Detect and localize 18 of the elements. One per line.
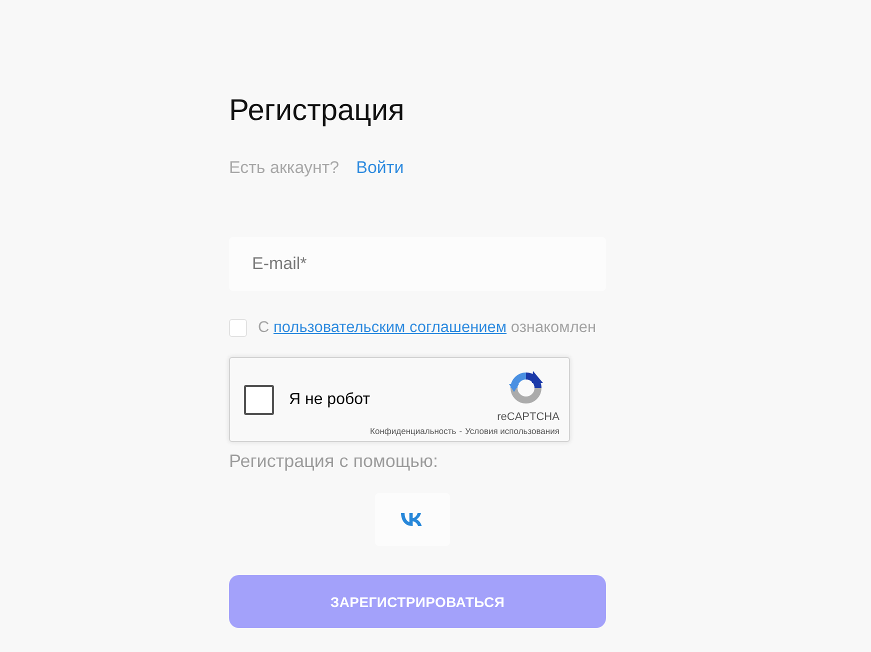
captcha-label: Я не робот <box>289 390 370 408</box>
register-button[interactable]: ЗАРЕГИСТРИРОВАТЬСЯ <box>229 575 606 628</box>
agreement-text: С пользовательским соглашением ознакомлен <box>258 318 596 338</box>
login-prompt: Есть аккаунт? <box>229 157 340 179</box>
social-signup-label: Регистрация с помощью: <box>229 450 438 473</box>
email-field[interactable]: E-mail* <box>229 237 606 291</box>
page-title: Регистрация <box>229 93 404 129</box>
user-agreement-link[interactable]: пользовательским соглашением <box>274 319 507 336</box>
vk-logo-icon <box>401 513 424 526</box>
agreement-checkbox[interactable] <box>229 319 247 337</box>
recaptcha-logo-icon <box>508 370 544 406</box>
vk-login-button[interactable] <box>375 493 450 546</box>
terms-link[interactable]: Условия использования <box>465 426 560 437</box>
privacy-link[interactable]: Конфиденциальность <box>370 426 456 437</box>
captcha-checkbox[interactable] <box>244 384 274 414</box>
link-separator: - <box>459 426 462 437</box>
captcha-brand: reCAPTCHA <box>497 411 560 424</box>
login-link[interactable]: Войти <box>356 156 404 180</box>
